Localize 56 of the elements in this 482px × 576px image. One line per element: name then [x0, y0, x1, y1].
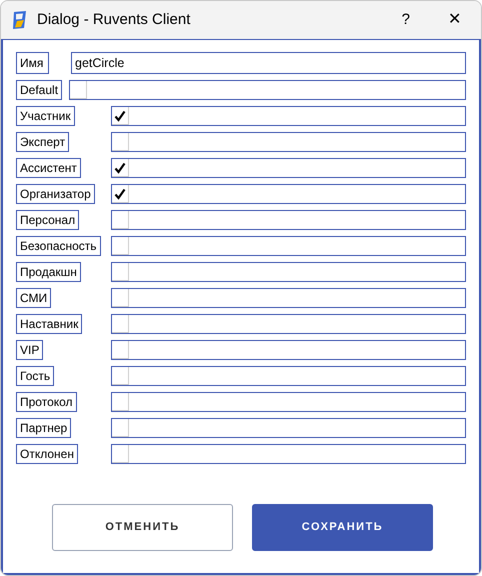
- field-label: Default: [16, 80, 62, 100]
- cancel-button[interactable]: ОТМЕНИТЬ: [52, 504, 233, 551]
- field-label: Партнер: [16, 418, 72, 438]
- checkbox[interactable]: [112, 107, 129, 125]
- checkbox[interactable]: [70, 81, 88, 99]
- checkmark-icon: [114, 162, 126, 174]
- checkbox-field[interactable]: [111, 288, 466, 308]
- checkmark-icon: [114, 188, 126, 200]
- field-label: Организатор: [16, 184, 95, 204]
- field-label: Наставник: [16, 314, 82, 334]
- checkbox-field[interactable]: [111, 184, 466, 204]
- checkbox-field[interactable]: [111, 210, 466, 230]
- field-label: Имя: [16, 52, 49, 74]
- field-label: СМИ: [16, 288, 52, 308]
- checkbox-field[interactable]: [111, 314, 466, 334]
- field-label: Отклонен: [16, 444, 78, 464]
- checkbox[interactable]: [112, 289, 129, 307]
- checkmark-icon: [114, 110, 126, 122]
- checkbox-field[interactable]: [111, 340, 466, 360]
- field-label: Гость: [16, 366, 54, 386]
- checkbox[interactable]: [112, 263, 129, 281]
- app-logo-icon: [11, 10, 29, 30]
- window-title: Dialog - Ruvents Client: [37, 10, 190, 30]
- field-label: Продакшн: [16, 262, 81, 282]
- checkbox[interactable]: [112, 419, 129, 437]
- checkbox-field[interactable]: [111, 132, 466, 152]
- save-button[interactable]: СОХРАНИТЬ: [252, 504, 433, 551]
- field-label: VIP: [16, 340, 44, 360]
- checkbox[interactable]: [112, 315, 129, 333]
- checkbox[interactable]: [112, 367, 129, 385]
- checkbox-field[interactable]: [111, 158, 466, 178]
- checkbox-field[interactable]: [111, 418, 466, 438]
- checkbox[interactable]: [112, 133, 129, 151]
- name-input-field[interactable]: getCircle: [71, 52, 466, 74]
- checkbox-field[interactable]: [111, 444, 466, 464]
- checkbox-field[interactable]: [111, 236, 466, 256]
- field-label: Безопасность: [16, 236, 101, 256]
- checkbox-field[interactable]: [111, 106, 466, 126]
- field-label: Персонал: [16, 210, 80, 230]
- checkbox-field[interactable]: [111, 392, 466, 412]
- checkbox-field[interactable]: [111, 366, 466, 386]
- checkbox[interactable]: [112, 393, 129, 411]
- field-label: Участник: [16, 106, 75, 126]
- checkbox[interactable]: [112, 211, 129, 229]
- checkbox[interactable]: [112, 185, 129, 203]
- checkbox[interactable]: [112, 159, 129, 177]
- close-button[interactable]: ✕: [448, 8, 461, 32]
- checkbox-field[interactable]: [111, 262, 466, 282]
- checkbox-field[interactable]: [69, 80, 466, 100]
- checkbox[interactable]: [112, 341, 129, 359]
- field-label: Ассистент: [16, 158, 81, 178]
- checkbox[interactable]: [112, 237, 129, 255]
- checkbox[interactable]: [112, 445, 129, 463]
- help-button[interactable]: ?: [402, 8, 410, 32]
- field-label: Протокол: [16, 392, 77, 412]
- field-label: Эксперт: [16, 132, 70, 152]
